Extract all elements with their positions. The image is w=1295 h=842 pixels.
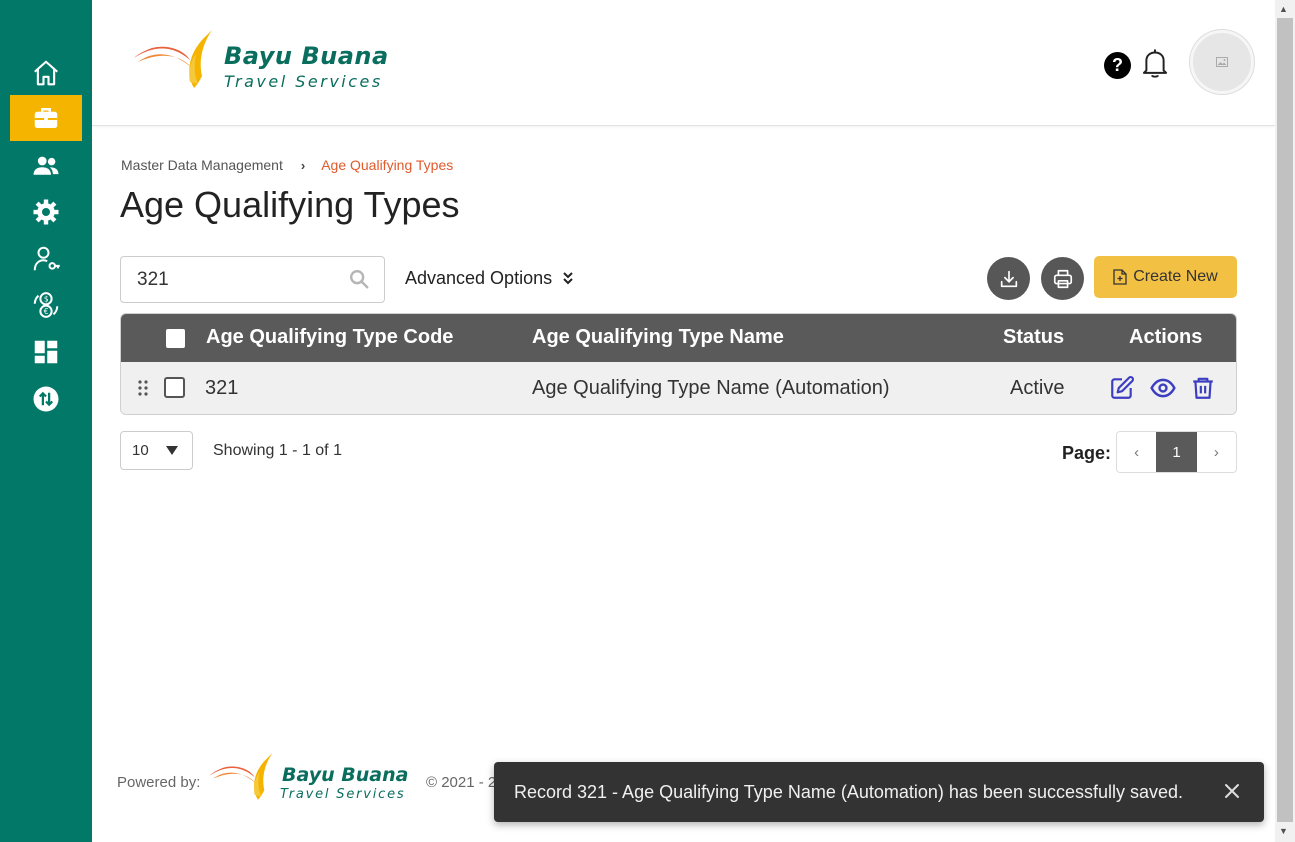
- chevron-double-down-icon: [562, 271, 574, 287]
- breadcrumb-separator-icon: ›: [300, 157, 306, 173]
- page-size-value: 10: [132, 442, 149, 459]
- logo-swoosh-icon: [134, 30, 212, 88]
- footer-logo-swoosh-icon: [209, 753, 273, 800]
- search-box: [120, 256, 385, 303]
- toast-message: Record 321 - Age Qualifying Type Name (A…: [514, 781, 1184, 802]
- download-icon: [1000, 270, 1017, 287]
- sidebar-item-home[interactable]: [10, 50, 82, 96]
- bell-icon[interactable]: [1140, 47, 1170, 79]
- create-new-button[interactable]: Create New: [1094, 256, 1237, 298]
- logo-tagline: Travel Services: [224, 72, 383, 91]
- edit-icon[interactable]: [1109, 375, 1135, 401]
- breadcrumb: Master Data Management › Age Qualifying …: [121, 157, 453, 173]
- sidebar-item-currency-exchange[interactable]: $ €: [10, 282, 82, 328]
- table-row[interactable]: 321 Age Qualifying Type Name (Automation…: [121, 362, 1236, 414]
- drag-handle-icon[interactable]: [136, 379, 150, 397]
- cell-code: 321: [205, 377, 239, 399]
- advanced-options-label: Advanced Options: [405, 268, 553, 288]
- next-page-button[interactable]: ›: [1197, 432, 1236, 472]
- sidebar-item-transfer[interactable]: [10, 376, 82, 422]
- create-new-label: Create New: [1133, 268, 1218, 285]
- page-label: Page:: [1062, 443, 1112, 463]
- column-header-status[interactable]: Status: [1003, 326, 1064, 349]
- sidebar: $ €: [0, 0, 92, 842]
- briefcase-icon: [34, 108, 58, 128]
- page-title: Age Qualifying Types: [120, 184, 460, 225]
- data-table: Age Qualifying Type Code Age Qualifying …: [120, 313, 1237, 415]
- view-icon[interactable]: [1150, 375, 1176, 401]
- powered-by-label: Powered by:: [117, 774, 201, 791]
- gear-icon: [33, 199, 59, 225]
- sidebar-item-user-key[interactable]: [10, 236, 82, 282]
- user-key-icon: [33, 246, 60, 271]
- caret-down-icon: [166, 446, 178, 455]
- currency-exchange-icon: $€: [33, 292, 59, 318]
- cell-status: Active: [1010, 377, 1065, 399]
- sidebar-item-briefcase[interactable]: [10, 95, 82, 141]
- chevron-right-icon: ›: [1213, 443, 1219, 461]
- showing-count: Showing 1 - 1 of 1: [213, 442, 342, 459]
- footer-logo[interactable]: Bayu Buana Travel Services: [208, 750, 418, 806]
- column-header-actions: Actions: [1129, 326, 1203, 348]
- help-icon: ?: [1112, 55, 1123, 75]
- prev-page-button[interactable]: ‹: [1117, 432, 1156, 472]
- delete-icon[interactable]: [1190, 375, 1216, 401]
- row-checkbox[interactable]: [164, 377, 185, 398]
- print-button[interactable]: [1041, 257, 1084, 300]
- download-button[interactable]: [987, 257, 1030, 300]
- page-button-current[interactable]: 1: [1156, 432, 1197, 472]
- scroll-down-icon[interactable]: ▼: [1279, 826, 1288, 836]
- breadcrumb-parent[interactable]: Master Data Management: [121, 157, 283, 173]
- pagination: ‹ 1 ›: [1116, 431, 1237, 473]
- file-plus-icon: [1113, 269, 1127, 285]
- scrollbar-thumb[interactable]: [1277, 18, 1293, 822]
- users-icon: [33, 156, 59, 175]
- select-all-checkbox[interactable]: [166, 329, 185, 348]
- success-toast: Record 321 - Age Qualifying Type Name (A…: [494, 762, 1264, 822]
- column-header-code[interactable]: Age Qualifying Type Code: [206, 326, 453, 349]
- sidebar-item-dashboard[interactable]: [10, 329, 82, 375]
- close-icon[interactable]: [1222, 781, 1242, 801]
- column-header-name[interactable]: Age Qualifying Type Name: [532, 326, 784, 349]
- table-header: Age Qualifying Type Code Age Qualifying …: [121, 314, 1236, 362]
- search-icon[interactable]: [348, 268, 370, 290]
- footer-logo-tagline: Travel Services: [280, 787, 406, 802]
- top-header: Bayu Buana Travel Services ?: [92, 0, 1275, 126]
- print-icon: [1053, 269, 1072, 288]
- brand-logo[interactable]: Bayu Buana Travel Services: [132, 28, 402, 94]
- breadcrumb-current: Age Qualifying Types: [321, 157, 454, 173]
- user-avatar[interactable]: [1190, 30, 1254, 94]
- help-button[interactable]: ?: [1104, 52, 1131, 79]
- scroll-up-icon[interactable]: ▲: [1279, 4, 1288, 14]
- svg-text:€: €: [44, 307, 49, 316]
- search-input[interactable]: [121, 257, 321, 302]
- logo-name: Bayu Buana: [224, 42, 389, 70]
- copyright-text: © 2021 - 2: [426, 774, 497, 791]
- footer-logo-name: Bayu Buana: [282, 764, 409, 786]
- chevron-left-icon: ‹: [1134, 443, 1140, 461]
- image-placeholder-icon: [1216, 57, 1228, 67]
- cell-name: Age Qualifying Type Name (Automation): [532, 377, 890, 399]
- svg-text:$: $: [44, 295, 49, 304]
- dashboard-icon: [34, 340, 58, 364]
- sidebar-item-users[interactable]: [10, 143, 82, 189]
- advanced-options-toggle[interactable]: Advanced Options: [405, 268, 574, 289]
- home-icon: [34, 60, 58, 86]
- transfer-icon: [33, 386, 59, 412]
- sidebar-item-settings[interactable]: [10, 189, 82, 235]
- page-size-select[interactable]: 10: [120, 431, 193, 470]
